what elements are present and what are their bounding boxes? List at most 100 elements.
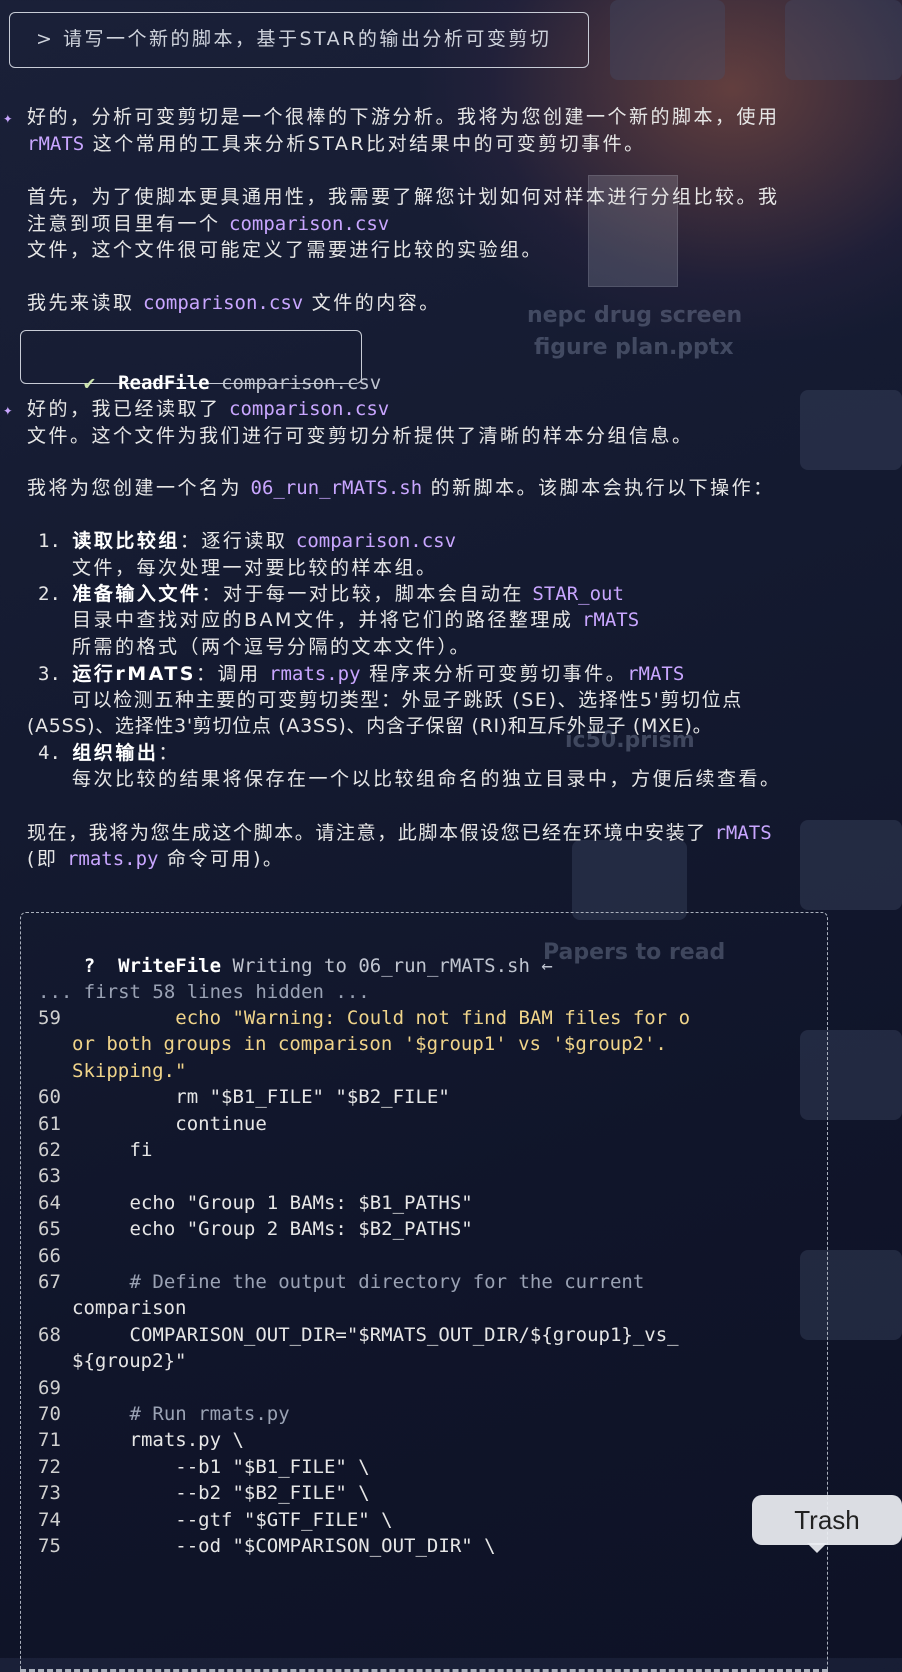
writefile-tool: WriteFile [118,954,222,977]
code-text: --b1 "$B1_FILE" \ [72,1455,370,1478]
readfile-tool: ReadFile [118,371,210,394]
line-number: 73 [38,1482,73,1505]
trash-tooltip: Trash [752,1495,902,1553]
code-line: 71 rmats.py \ [38,1427,244,1454]
list-number: 1. [38,530,61,552]
code-text: echo "Group 1 BAMs: $B1_PATHS" [72,1191,473,1214]
code-line: 72 --b1 "$B1_FILE" \ [38,1454,370,1481]
line-number: 62 [38,1139,73,1161]
list-title: 组织输出 [72,742,159,764]
line-number: 63 [38,1165,73,1188]
code-line: 62 fi [38,1137,152,1164]
msg2-tool: rMATS [714,822,772,844]
code-line: 73 --b2 "$B2_FILE" \ [38,1480,370,1507]
list-title: 读取比较组 [72,530,180,552]
line-number: 64 [38,1191,73,1214]
line-number: 69 [38,1376,73,1399]
msg2-p2a: 我将为您创建一个名为 [27,477,251,499]
list-title: 运行rMATS [72,663,196,685]
code-text: --gtf "$GTF_FILE" \ [72,1508,393,1531]
prompt-text: 请写一个新的脚本，基于STAR的输出分析可变剪切 [62,28,552,50]
check-icon: ✔ [83,371,96,394]
code-line: 66 [38,1243,84,1270]
list-text: 所需的格式（两个逗号分隔的文本文件）。 [72,636,472,658]
question-icon: ? [83,954,96,977]
terminal: > 请写一个新的脚本，基于STAR的输出分析可变剪切 ✦ 好的，分析可变剪切是一… [0,0,902,1672]
code-text: rmats.py \ [72,1429,244,1452]
msg1-p3b: 文件的内容。 [303,292,441,314]
msg2-p1a: 好的，我已经读取了 [27,398,230,420]
list-dir: STAR_out [532,583,624,605]
code-text: Skipping." [72,1059,187,1082]
msg1-p1a: 好的，分析可变剪切是一个很棒的下游分析。我将为您创建一个新的脚本，使用 [27,106,780,128]
code-line: 64 echo "Group 1 BAMs: $B1_PATHS" [38,1190,473,1217]
writefile-desc: Writing to 06_run_rMATS.sh ← [232,954,553,977]
list-tool: rMATS [627,663,685,685]
msg1-p2b: 注意到项目里有一个 [27,213,230,235]
list-number: 4. [38,742,61,764]
code-line: ${group2}" [72,1348,186,1375]
code-line: 70 # Run rmats.py [38,1401,290,1428]
code-text: # Define the output directory for the cu… [72,1271,645,1293]
code-line: or both groups in comparison '$group1' v… [72,1031,667,1058]
list-text: ：逐行读取 [179,530,296,552]
code-line: 63 [38,1163,84,1190]
code-line: 69 [38,1375,84,1402]
line-number: 59 [38,1007,73,1029]
code-line: 75 --od "$COMPARISON_OUT_DIR" \ [38,1533,496,1560]
list-text: 每次比较的结果将保存在一个以比较组命名的独立目录中，方便后续查看。 [72,768,782,790]
line-number: 67 [38,1271,73,1293]
line-number: 70 [38,1403,73,1425]
msg1-tool: rMATS [27,133,85,155]
list-number: 2. [38,583,61,605]
line-number: 71 [38,1429,73,1452]
line-number: 65 [38,1218,73,1241]
line-number: 75 [38,1535,73,1557]
msg1-p2c: 文件，这个文件很可能定义了需要进行比较的实验组。 [27,239,544,261]
prompt-marker: > [36,28,55,50]
msg1-p3a: 我先来读取 [27,292,144,314]
code-text: echo "Group 2 BAMs: $B2_PATHS" [72,1218,473,1241]
line-number: 74 [38,1508,73,1531]
code-text: --od "$COMPARISON_OUT_DIR" \ [72,1535,496,1557]
msg2-p1b: 文件。这个文件为我们进行可变剪切分析提供了清晰的样本分组信息。 [27,425,694,447]
code-line: 60 rm "$B1_FILE" "$B2_FILE" [38,1084,450,1111]
sparkle-icon: ✦ [3,108,13,127]
msg1-file: comparison.csv [229,213,390,235]
code-line: 59 echo "Warning: Could not find BAM fil… [38,1005,690,1032]
list-text: ：对于每一对比较，脚本会自动在 [201,583,533,605]
list-cmd: rmats.py [269,663,361,685]
code-text: or both groups in comparison '$group1' v… [72,1033,667,1056]
code-text: rm "$B1_FILE" "$B2_FILE" [72,1086,450,1109]
readfile-arg: comparison.csv [221,371,382,394]
msg2-cmd: rmats.py [66,848,159,870]
sparkle-icon: ✦ [3,400,13,419]
list-text: ：调用 [196,663,270,685]
code-text: ${group2}" [72,1350,187,1373]
line-number: 68 [38,1323,73,1346]
code-line: comparison [72,1295,186,1322]
list-text: 文件，每次处理一对要比较的样本组。 [72,557,438,579]
code-line: 67 # Define the output directory for the… [38,1269,644,1296]
code-text: # Run rmats.py [72,1403,290,1425]
msg2-p3a: 现在，我将为您生成这个脚本。请注意，此脚本假设您已经在环境中安装了 [27,822,715,844]
msg2-p3c: 命令可用)。 [158,848,285,870]
list-text: 程序来分析可变剪切事件。 [360,663,628,685]
list-text: 可以检测五种主要的可变剪切类型：外显子跳跃 (SE)、选择性5'剪切位点 [72,689,743,711]
prompt-line: > 请写一个新的脚本，基于STAR的输出分析可变剪切 [36,26,551,53]
list-title: 准备输入文件 [72,583,202,605]
msg1-file: comparison.csv [143,292,304,314]
code-text: comparison [72,1297,187,1320]
list-tool: rMATS [581,609,640,631]
list-text: ： [158,742,180,764]
line-number: 66 [38,1244,73,1267]
msg2-p2b: 的新脚本。该脚本会执行以下操作： [422,477,775,499]
code-text: fi [72,1139,153,1161]
list-text: 目录中查找对应的BAM文件，并将它们的路径整理成 [72,609,582,631]
list-text: (A5SS)、选择性3'剪切位点 (A3SS)、内含子保留 (RI)和互斥外显子… [27,715,713,737]
code-line: 61 continue [38,1111,267,1138]
msg1-p1b: 这个常用的工具来分析STAR比对结果中的可变剪切事件。 [84,133,646,155]
